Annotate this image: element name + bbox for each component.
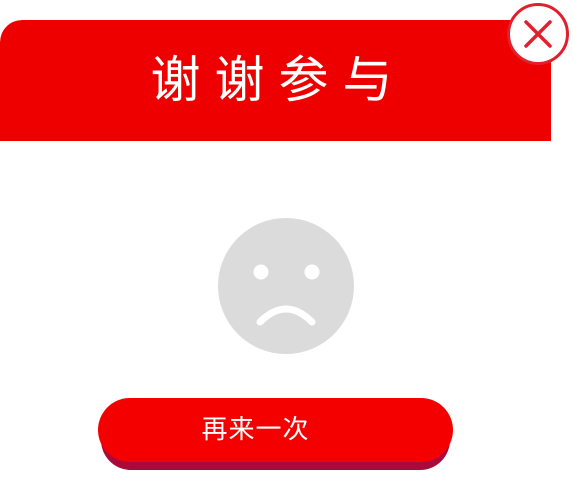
dialog-title: 谢谢参与 xyxy=(150,51,407,109)
result-dialog: 谢谢参与 再来一次 xyxy=(0,20,551,490)
dialog-header: 谢谢参与 xyxy=(0,20,551,141)
close-icon xyxy=(524,20,552,48)
retry-button-label: 再来一次 xyxy=(201,415,310,445)
sad-face-icon xyxy=(218,218,354,354)
stage: 谢谢参与 再来一次 xyxy=(0,0,573,490)
retry-button[interactable]: 再来一次 xyxy=(98,398,453,462)
close-button[interactable] xyxy=(507,3,569,65)
